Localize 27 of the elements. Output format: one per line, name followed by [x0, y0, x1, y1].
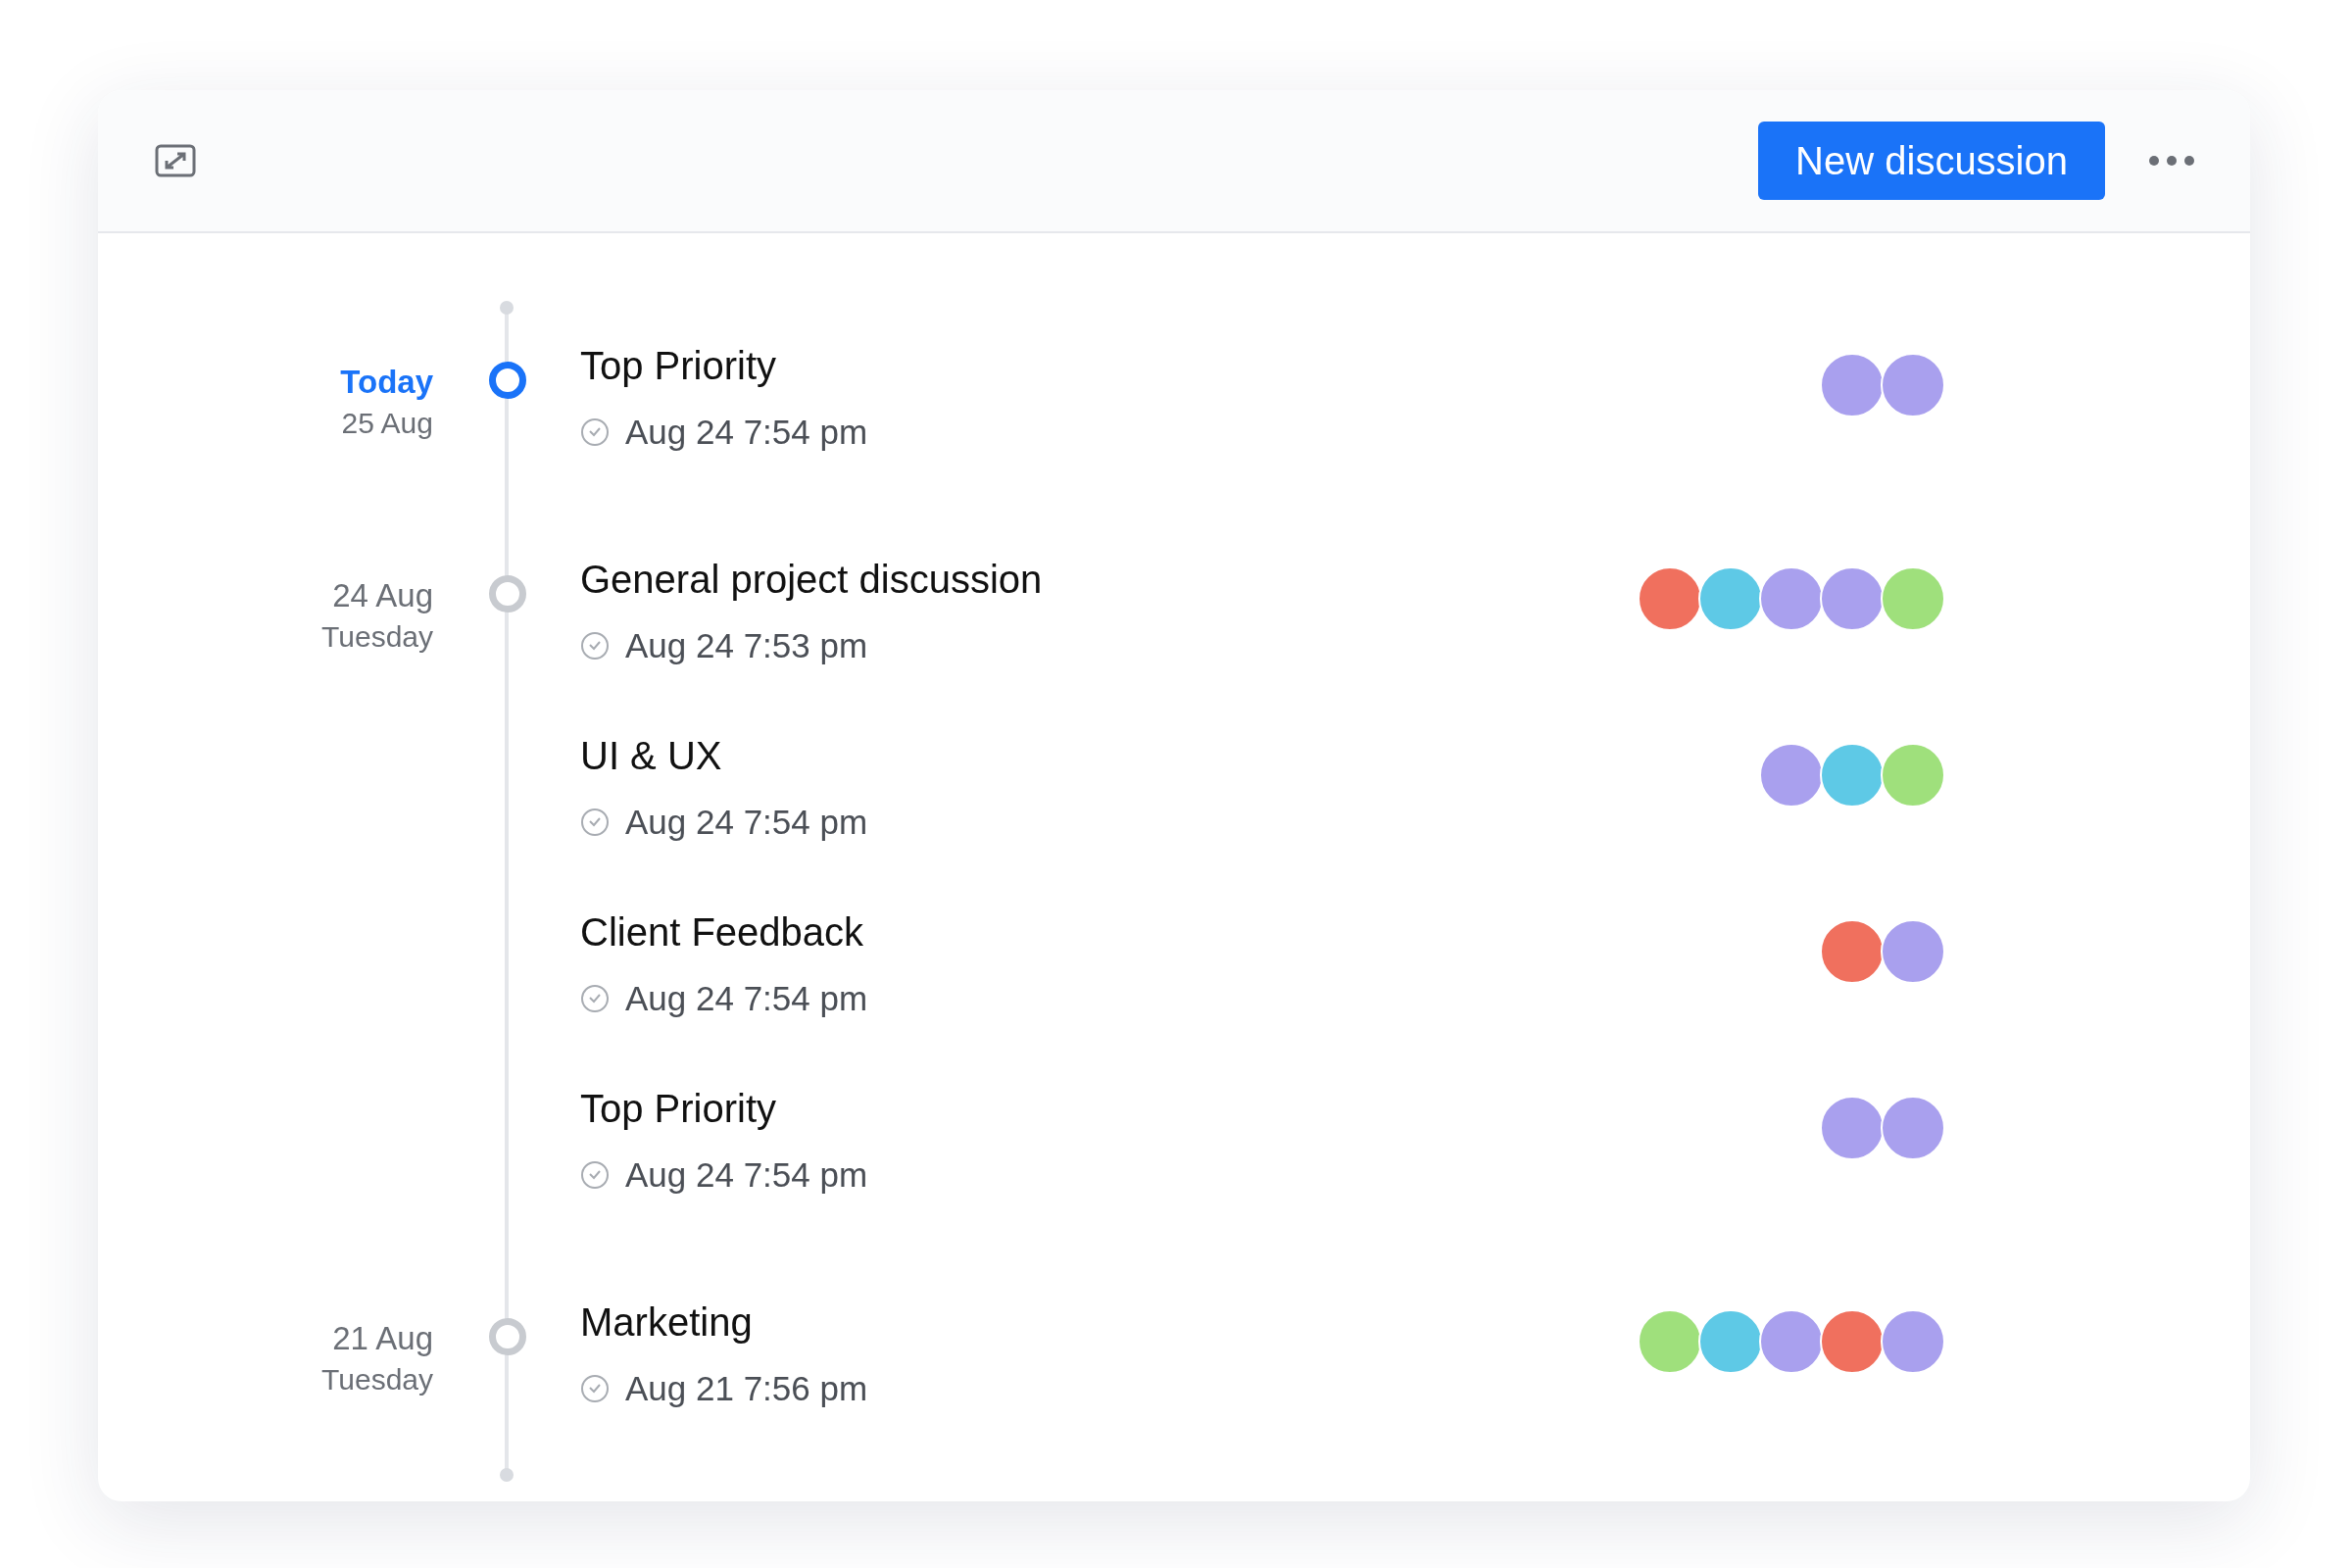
- discussion-title[interactable]: Top Priority: [580, 1087, 777, 1130]
- discussion-title[interactable]: Top Priority: [580, 344, 777, 387]
- discussion-title[interactable]: Marketing: [580, 1300, 753, 1344]
- clock-icon: [580, 808, 610, 837]
- discussion-time: Aug 24 7:54 pm: [625, 1154, 868, 1196]
- more-icon[interactable]: [2148, 155, 2195, 167]
- date-label: 24 Aug: [331, 576, 433, 615]
- date-label: Today: [339, 363, 433, 402]
- date-sublabel: Tuesday: [320, 619, 433, 655]
- discussion-title[interactable]: UI & UX: [580, 734, 722, 777]
- discussion-time: Aug 24 7:54 pm: [625, 412, 868, 453]
- new-discussion-button[interactable]: New discussion: [1758, 122, 2105, 200]
- discussion-time: Aug 24 7:53 pm: [625, 625, 868, 666]
- clock-icon: [580, 417, 610, 447]
- discussion-time: Aug 21 7:56 pm: [625, 1368, 868, 1409]
- clock-icon: [580, 1160, 610, 1190]
- discussion-time: Aug 24 7:54 pm: [625, 978, 868, 1019]
- date-label: 21 Aug: [331, 1319, 433, 1358]
- expand-icon[interactable]: [155, 144, 196, 177]
- discussion-time: Aug 24 7:54 pm: [625, 802, 868, 843]
- clock-icon: [580, 984, 610, 1013]
- clock-icon: [580, 631, 610, 661]
- discussion-title[interactable]: Client Feedback: [580, 910, 864, 954]
- discussion-title[interactable]: General project discussion: [580, 558, 1043, 601]
- date-sublabel: Tuesday: [320, 1362, 433, 1397]
- date-sublabel: 25 Aug: [340, 406, 433, 441]
- clock-icon: [580, 1374, 610, 1403]
